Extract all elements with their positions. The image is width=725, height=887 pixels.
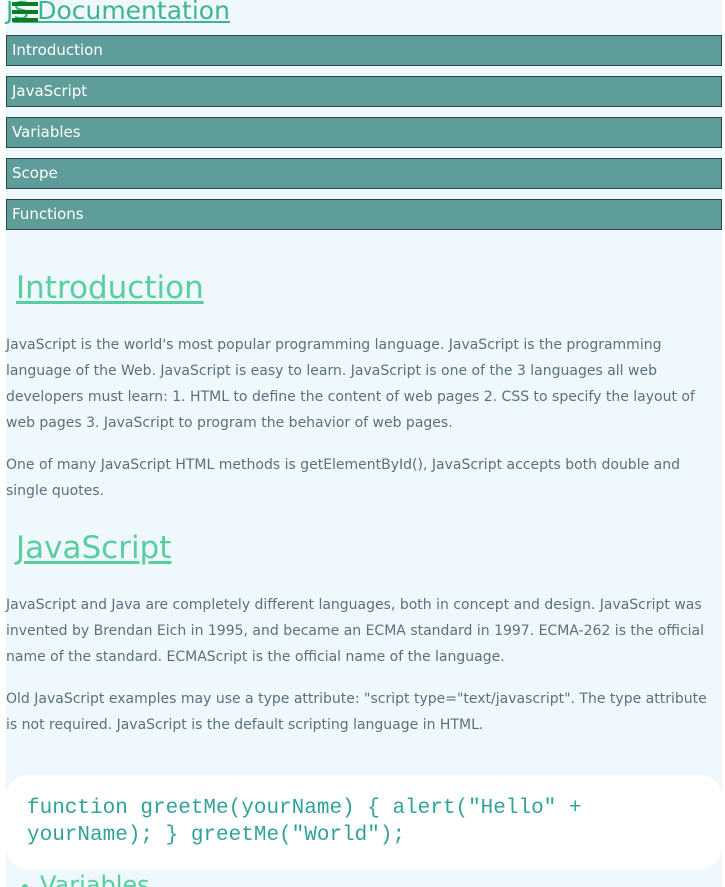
list-item: Variables bbox=[22, 870, 150, 887]
menu-bar bbox=[12, 2, 38, 6]
navbar: Introduction JavaScript Variables Scope … bbox=[6, 35, 722, 240]
nav-link-functions[interactable]: Functions bbox=[6, 199, 722, 230]
nav-link-javascript[interactable]: JavaScript bbox=[6, 76, 722, 107]
section-heading-javascript[interactable]: JavaScript bbox=[16, 528, 171, 568]
javascript-paragraph-1: JavaScript and Java are completely diffe… bbox=[6, 597, 705, 665]
javascript-paragraph-2: Old JavaScript examples may use a type a… bbox=[6, 691, 707, 733]
menu-bar bbox=[12, 18, 38, 22]
introduction-paragraph-1: JavaScript is the world's most popular p… bbox=[6, 337, 695, 431]
nav-link-scope[interactable]: Scope bbox=[6, 158, 722, 189]
section-heading-introduction[interactable]: Introduction bbox=[16, 268, 204, 308]
nav-link-variables[interactable]: Variables bbox=[6, 117, 722, 148]
code-example: function greetMe(yourName) { alert("Hell… bbox=[6, 775, 722, 869]
nav-link-introduction[interactable]: Introduction bbox=[6, 35, 722, 66]
page-title: JS Documentation bbox=[6, 0, 230, 25]
main-document: JS Documentation Introduction JavaScript… bbox=[6, 0, 722, 887]
hamburger-menu-icon[interactable] bbox=[12, 2, 38, 22]
list-item-label: Variables bbox=[40, 871, 150, 887]
introduction-paragraph-2: One of many JavaScript HTML methods is g… bbox=[6, 457, 680, 499]
menu-bar bbox=[12, 10, 38, 14]
